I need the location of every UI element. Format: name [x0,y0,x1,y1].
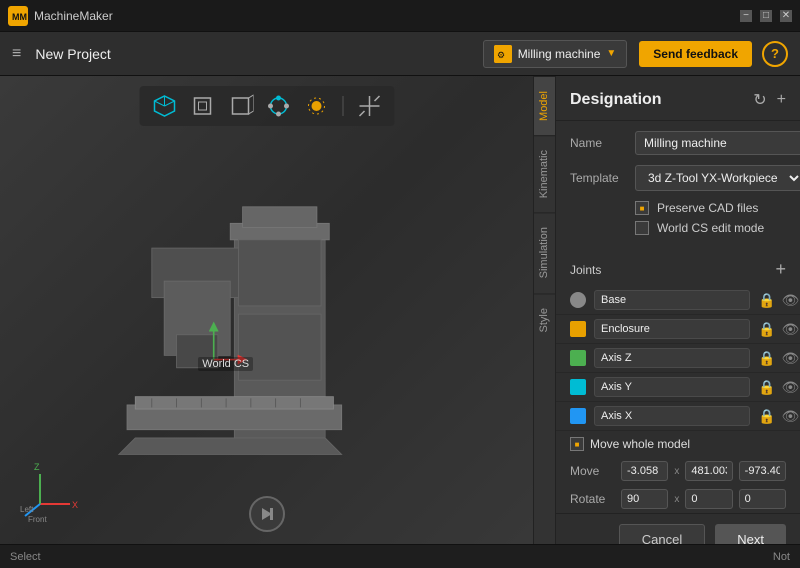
template-select[interactable]: 3d Z-Tool YX-Workpiece [635,165,800,191]
template-row: Template 3d Z-Tool YX-Workpiece [570,165,786,191]
joint-input-axisz[interactable] [594,348,750,368]
svg-text:MM: MM [12,12,27,22]
axis-indicator: X Z Left Front [20,454,90,524]
next-button[interactable]: Next [715,524,786,544]
cancel-button[interactable]: Cancel [619,524,705,544]
joint-eye-axisx[interactable]: 👁 [781,408,799,425]
move-transform-row: Move x [556,457,800,485]
panel-footer: Cancel Next [556,513,800,544]
joint-input-axisy[interactable] [594,377,750,397]
joint-color-axisy [570,379,586,395]
preserve-cad-checkbox[interactable] [635,201,649,215]
joint-color-axisx [570,408,586,424]
move-z-input[interactable] [739,461,786,481]
menu-icon[interactable]: ≡ [12,45,21,63]
joint-input-axisx[interactable] [594,406,750,426]
app-icon: MM [8,6,28,26]
move-whole-label: Move whole model [590,437,690,451]
name-input[interactable] [635,131,800,155]
move-whole-checkbox[interactable] [570,437,584,451]
play-button[interactable] [249,496,285,532]
side-tabs: Model Kinematic Simulation Style [533,76,555,544]
name-row: Name [570,131,786,155]
rotate-x-input[interactable] [621,489,668,509]
name-label: Name [570,136,635,150]
joint-lock-enclosure[interactable]: 🔒 [758,321,775,338]
main-toolbar: ≡ New Project ⚙ Milling machine ▼ Send f… [0,32,800,76]
move-x-input[interactable] [621,461,668,481]
joint-color-enclosure [570,321,586,337]
world-cs-checkbox[interactable] [635,221,649,235]
status-left-text: Select [10,551,41,563]
joint-eye-base[interactable]: 👁 [781,292,799,309]
feedback-button[interactable]: Send feedback [639,41,752,67]
svg-text:X: X [72,500,78,510]
minimize-button[interactable]: − [740,10,752,22]
joint-row-axisy: 🔒 👁 — [556,373,800,402]
joint-row-enclosure: 🔒 👁 — [556,315,800,344]
joint-color-axisz [570,350,586,366]
tab-simulation[interactable]: Simulation [534,212,555,292]
move-label: Move [570,464,615,478]
status-right-text: Not [773,551,790,563]
name-section: Name Template 3d Z-Tool YX-Workpiece Pre… [556,121,800,251]
panel-header: Designation ↻ + [556,76,800,121]
rotate-z-input[interactable] [739,489,786,509]
rotate-y-input[interactable] [685,489,732,509]
world-cs-row: World CS edit mode [570,221,786,235]
joints-header: Joints + [556,251,800,286]
right-panel: Designation ↻ + Name Template 3d Z-Tool … [555,76,800,544]
panel-title: Designation [570,91,662,109]
dropdown-arrow-icon: ▼ [606,48,616,59]
refresh-button[interactable]: ↻ [753,90,766,110]
joint-lock-axisx[interactable]: 🔒 [758,408,775,425]
title-bar: MM MachineMaker − □ ✕ [0,0,800,32]
rotate-label: Rotate [570,492,615,506]
world-cs-edit-label: World CS edit mode [657,221,764,235]
svg-text:Z: Z [34,462,40,472]
joints-list: 🔒 👁 🔒 👁 — 🔒 👁 — [556,286,800,431]
tab-style[interactable]: Style [534,293,555,346]
app-title: MachineMaker [34,9,740,23]
toolbar-divider [342,96,343,116]
panel-add-button[interactable]: + [777,91,786,109]
3d-viewport[interactable]: World CS X Z Left Front [0,76,533,544]
machine-svg [10,116,533,504]
joint-row-base: 🔒 👁 [556,286,800,315]
main-area: World CS X Z Left Front Model Kinematic … [0,76,800,544]
joints-label: Joints [570,263,601,277]
status-bar: Select Not [0,544,800,568]
template-label: Template [570,171,635,185]
joint-eye-axisy[interactable]: 👁 [781,379,799,396]
svg-text:Front: Front [28,515,47,524]
svg-text:Left: Left [20,505,34,514]
move-y-input[interactable] [685,461,732,481]
rotate-transform-row: Rotate x [556,485,800,513]
joint-row-axisx: 🔒 👁 — [556,402,800,431]
machine-selector[interactable]: ⚙ Milling machine ▼ [483,40,628,68]
machine-type-icon: ⚙ [494,45,512,63]
joint-eye-axisz[interactable]: 👁 [781,350,799,367]
maximize-button[interactable]: □ [760,10,772,22]
close-button[interactable]: ✕ [780,10,792,22]
joint-lock-base[interactable]: 🔒 [758,292,775,309]
joint-input-enclosure[interactable] [594,319,750,339]
joint-row-axisz: 🔒 👁 — [556,344,800,373]
preserve-cad-label: Preserve CAD files [657,201,758,215]
joint-input-base[interactable] [594,290,750,310]
svg-text:⚙: ⚙ [497,50,505,60]
joint-lock-axisy[interactable]: 🔒 [758,379,775,396]
move-whole-row: Move whole model [556,431,800,457]
tab-model[interactable]: Model [534,76,555,135]
project-title: New Project [35,46,482,62]
joint-eye-enclosure[interactable]: 👁 [781,321,799,338]
joint-color-base [570,292,586,308]
machine-model-area: World CS [10,116,533,504]
joint-lock-axisz[interactable]: 🔒 [758,350,775,367]
add-joint-button[interactable]: + [775,259,786,280]
help-button[interactable]: ? [762,41,788,67]
tab-kinematic[interactable]: Kinematic [534,135,555,212]
machine-name-label: Milling machine [518,47,601,61]
preserve-cad-row: Preserve CAD files [570,201,786,215]
